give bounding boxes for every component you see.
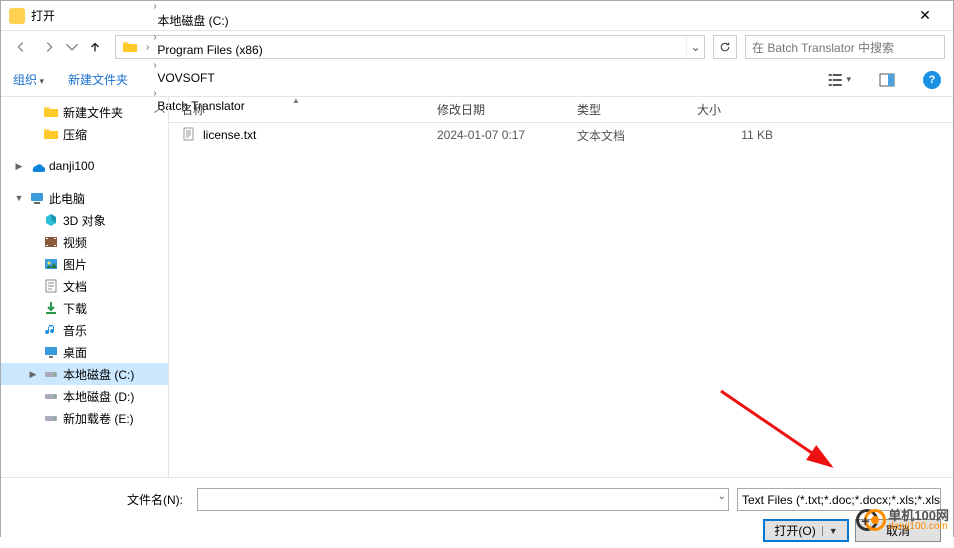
sidebar-item[interactable]: 压缩 [1, 123, 168, 145]
desktop-icon [43, 344, 59, 360]
sidebar-item-label: 3D 对象 [63, 212, 106, 229]
back-button[interactable] [9, 35, 33, 59]
sidebar-item-label: 新加载卷 (E:) [63, 410, 134, 427]
main-area: ︿ 新建文件夹压缩 ▶ danji100 ▼ 此电脑 3D 对象视频图片文档下载音乐桌面 ▶… [1, 97, 953, 477]
drive-icon [43, 366, 59, 382]
downloads-icon [43, 300, 59, 316]
filetype-filter[interactable]: Text Files (*.txt;*.doc;*.docx;*.xls;*.x… [737, 488, 941, 511]
sidebar-item-label: danji100 [49, 159, 94, 173]
filename-input[interactable]: ⌄ [197, 488, 729, 511]
file-date: 2024-01-07 0:17 [425, 128, 565, 142]
app-icon [9, 8, 25, 24]
folder-icon [120, 37, 140, 57]
file-pane: ▲ 名称 修改日期 类型 大小 license.txt 2024-01-07 0:… [169, 97, 953, 477]
chevron-right-icon: › [144, 42, 151, 53]
column-size[interactable]: 大小 [685, 97, 785, 122]
docs-icon [43, 278, 59, 294]
scroll-up-icon[interactable]: ︿ [152, 97, 167, 117]
file-list[interactable]: license.txt 2024-01-07 0:17文本文档11 KB [169, 123, 953, 477]
sidebar-item-label: 音乐 [63, 322, 87, 339]
breadcrumb[interactable]: › 此电脑›本地磁盘 (C:)›Program Files (x86)›VOVS… [115, 35, 705, 59]
navbar: › 此电脑›本地磁盘 (C:)›Program Files (x86)›VOVS… [1, 31, 953, 63]
sidebar-item[interactable]: 新加载卷 (E:) [1, 407, 168, 429]
column-date[interactable]: 修改日期 [425, 97, 565, 122]
pictures-icon [43, 256, 59, 272]
drive-icon [43, 410, 59, 426]
drive-icon [43, 388, 59, 404]
sidebar-item-label: 文档 [63, 278, 87, 295]
chevron-right-icon: › [151, 1, 158, 12]
expand-icon[interactable]: ▶ [27, 369, 39, 380]
new-folder-button[interactable]: 新建文件夹 [68, 71, 128, 88]
sidebar-item[interactable]: 视频 [1, 231, 168, 253]
sidebar-item-label: 本地磁盘 (C:) [63, 366, 134, 383]
file-name: license.txt [203, 128, 256, 142]
sidebar-item-label: 图片 [63, 256, 87, 273]
refresh-button[interactable] [713, 35, 737, 59]
thispc-icon [29, 190, 45, 206]
sidebar-item-label: 压缩 [63, 126, 87, 143]
textfile-icon [181, 126, 197, 145]
sidebar-item[interactable]: ▼ 此电脑 [1, 187, 168, 209]
split-dropdown-icon: ▼ [822, 526, 838, 536]
close-icon[interactable]: ✕ [905, 7, 945, 24]
column-headers: ▲ 名称 修改日期 类型 大小 [169, 97, 953, 123]
sidebar-item-label: 新建文件夹 [63, 104, 123, 121]
view-options-button[interactable]: ▾ [827, 68, 851, 92]
sidebar-item[interactable]: 图片 [1, 253, 168, 275]
cancel-button[interactable]: 取消 [855, 519, 941, 542]
breadcrumb-item[interactable]: 本地磁盘 (C:) [151, 12, 268, 29]
column-type[interactable]: 类型 [565, 97, 685, 122]
forward-button[interactable] [37, 35, 61, 59]
filename-label: 文件名(N): [13, 491, 189, 508]
file-row[interactable]: license.txt 2024-01-07 0:17文本文档11 KB [169, 123, 953, 147]
expand-icon[interactable]: ▼ [13, 193, 25, 203]
search-input[interactable]: 在 Batch Translator 中搜索 [745, 35, 945, 59]
expand-icon[interactable]: ▶ [13, 161, 25, 172]
breadcrumb-item[interactable]: Program Files (x86) [151, 43, 268, 57]
sidebar-item[interactable]: 新建文件夹 [1, 101, 168, 123]
sidebar-item[interactable]: 文档 [1, 275, 168, 297]
recent-dropdown[interactable] [65, 35, 79, 59]
chevron-right-icon: › [151, 60, 158, 71]
sidebar-item[interactable]: 3D 对象 [1, 209, 168, 231]
breadcrumb-dropdown[interactable]: ⌄ [686, 36, 704, 58]
file-type: 文本文档 [565, 127, 685, 144]
toolbar: 组织 新建文件夹 ▾ ? [1, 63, 953, 97]
sort-indicator-icon: ▲ [292, 96, 300, 105]
chevron-right-icon: › [151, 32, 158, 43]
video-icon [43, 234, 59, 250]
folder-icon [43, 104, 59, 120]
filename-dropdown-icon[interactable]: ⌄ [718, 491, 726, 502]
sidebar-item-label: 视频 [63, 234, 87, 251]
sidebar-item-label: 此电脑 [49, 190, 85, 207]
sidebar-item[interactable]: ▶ 本地磁盘 (C:) [1, 363, 168, 385]
sidebar-item[interactable]: ▶ danji100 [1, 155, 168, 177]
sidebar-item-label: 下载 [63, 300, 87, 317]
up-button[interactable] [83, 35, 107, 59]
open-button[interactable]: 打开(O)▼ [763, 519, 849, 542]
file-size: 11 KB [685, 128, 785, 142]
sidebar-item[interactable]: 音乐 [1, 319, 168, 341]
music-icon [43, 322, 59, 338]
obj3d-icon [43, 212, 59, 228]
sidebar-item[interactable]: 桌面 [1, 341, 168, 363]
search-placeholder: 在 Batch Translator 中搜索 [752, 39, 894, 56]
breadcrumb-item[interactable]: VOVSOFT [151, 71, 268, 85]
sidebar-item-label: 桌面 [63, 344, 87, 361]
bottom-panel: 文件名(N): ⌄ Text Files (*.txt;*.doc;*.docx… [1, 477, 953, 548]
sidebar-item-label: 本地磁盘 (D:) [63, 388, 134, 405]
preview-pane-button[interactable] [875, 68, 899, 92]
titlebar: 打开 ✕ [1, 1, 953, 31]
sidebar-item[interactable]: 下载 [1, 297, 168, 319]
onedrive-icon [29, 158, 45, 174]
help-button[interactable]: ? [923, 71, 941, 89]
sidebar[interactable]: ︿ 新建文件夹压缩 ▶ danji100 ▼ 此电脑 3D 对象视频图片文档下载音乐桌面 ▶… [1, 97, 169, 477]
sidebar-item[interactable]: 本地磁盘 (D:) [1, 385, 168, 407]
folder-icon [43, 126, 59, 142]
organize-menu[interactable]: 组织 [13, 71, 44, 88]
